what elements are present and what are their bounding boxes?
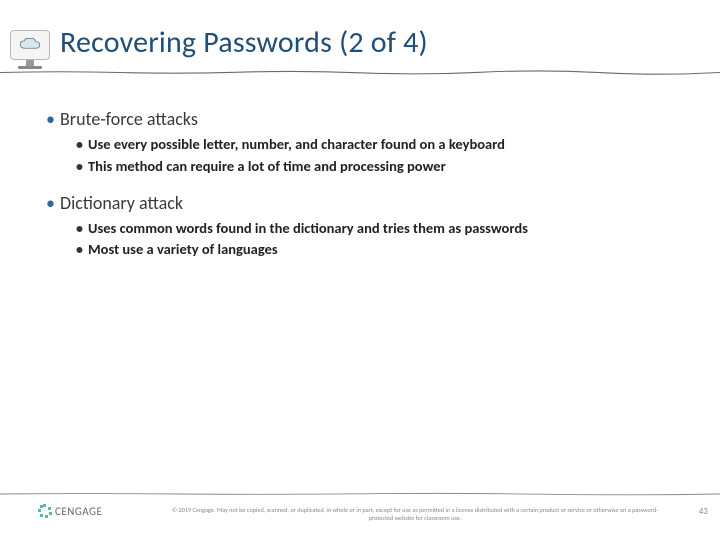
bullet-dictionary: Dictionary attack (46, 192, 680, 214)
header-divider (0, 70, 720, 75)
sub-list: Uses common words found in the dictionar… (46, 218, 680, 262)
sub-bullet: Use every possible letter, number, and c… (76, 134, 680, 156)
sub-bullet: This method can require a lot of time an… (76, 156, 680, 178)
slide-footer: CENGAGE © 2019 Cengage. May not be copie… (0, 492, 720, 540)
copyright-text: © 2019 Cengage. May not be copied, scann… (160, 506, 670, 522)
bullet-brute-force: Brute-force attacks (46, 108, 680, 130)
brand-text: CENGAGE (55, 505, 102, 518)
page-title: Recovering Passwords (2 of 4) (60, 0, 720, 61)
sub-bullet: Uses common words found in the dictionar… (76, 218, 680, 240)
page-number: 43 (699, 506, 708, 517)
sub-list: Use every possible letter, number, and c… (46, 134, 680, 178)
footer-divider (0, 492, 720, 496)
sub-bullet: Most use a variety of languages (76, 239, 680, 261)
brand-logo: CENGAGE (38, 504, 102, 518)
monitor-base (18, 66, 42, 69)
slide-header: Recovering Passwords (2 of 4) (0, 0, 720, 72)
burst-icon (38, 504, 52, 518)
slide-content: Brute-force attacks Use every possible l… (0, 72, 720, 261)
cloud-monitor-icon (10, 30, 50, 60)
